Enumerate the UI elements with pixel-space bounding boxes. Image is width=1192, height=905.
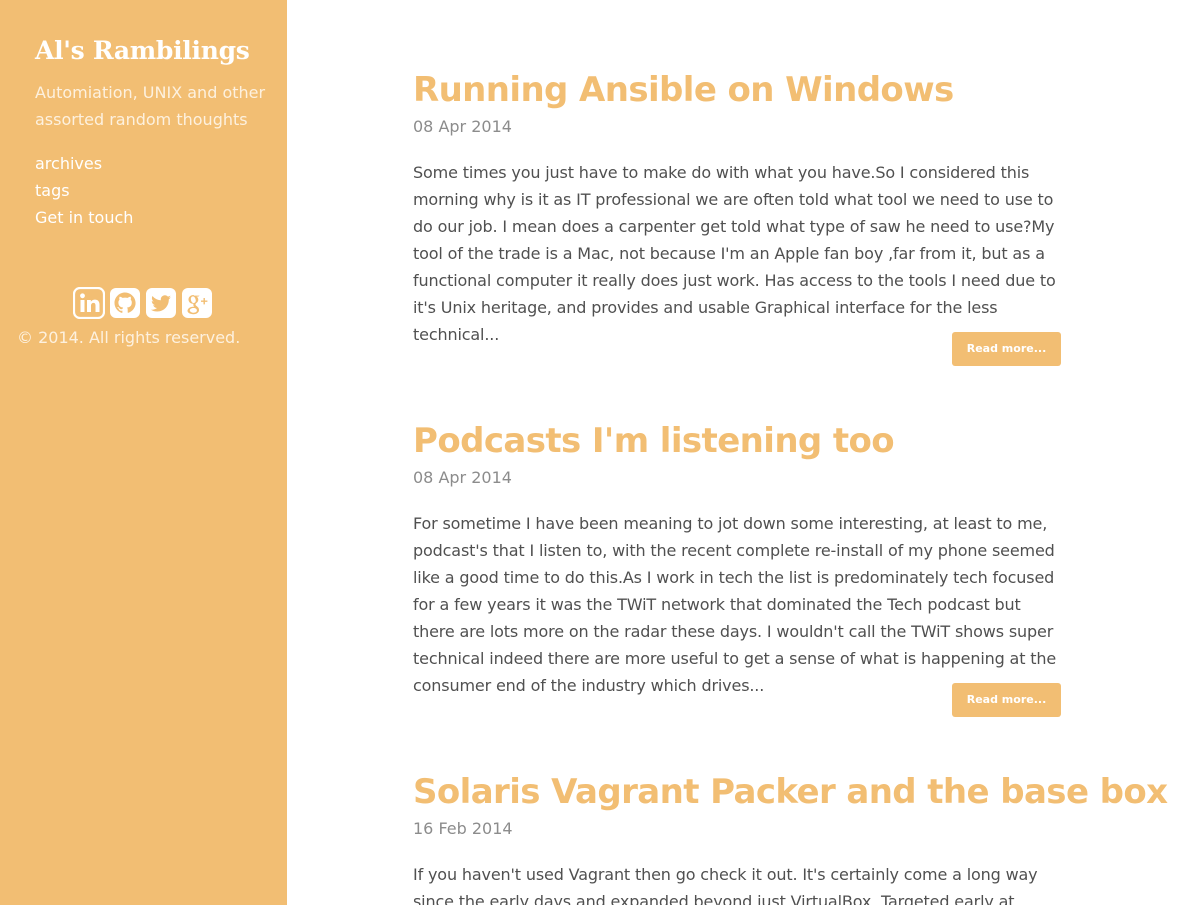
- nav-link-tags[interactable]: tags: [35, 181, 70, 200]
- post-date: 08 Apr 2014: [413, 117, 512, 136]
- nav-link-archives[interactable]: archives: [35, 154, 102, 173]
- nav-item-get-in-touch[interactable]: Get in touch: [35, 204, 133, 231]
- github-icon[interactable]: [109, 287, 141, 319]
- nav-item-tags[interactable]: tags: [35, 177, 133, 204]
- sidebar-nav: archives tags Get in touch: [35, 150, 133, 231]
- nav-item-archives[interactable]: archives: [35, 150, 133, 177]
- linkedin-icon[interactable]: [73, 287, 105, 319]
- nav-link-get-in-touch[interactable]: Get in touch: [35, 208, 133, 227]
- post-date: 16 Feb 2014: [413, 819, 513, 838]
- post-date: 08 Apr 2014: [413, 468, 512, 487]
- post-excerpt: For sometime I have been meaning to jot …: [413, 514, 1057, 695]
- post-title[interactable]: Solaris Vagrant Packer and the base box: [413, 770, 1168, 814]
- post-excerpt: Some times you just have to make do with…: [413, 163, 1056, 344]
- post-title[interactable]: Running Ansible on Windows: [413, 68, 1061, 112]
- post-item: Solaris Vagrant Packer and the base box …: [413, 770, 1168, 905]
- main-content: Running Ansible on Windows 08 Apr 2014 S…: [413, 0, 1168, 905]
- google-plus-icon[interactable]: [181, 287, 213, 319]
- read-more-button[interactable]: Read more...: [952, 683, 1061, 717]
- site-title[interactable]: Al's Rambilings: [35, 34, 250, 68]
- copyright-text: © 2014. All rights reserved.: [17, 328, 241, 347]
- read-more-button[interactable]: Read more...: [952, 332, 1061, 366]
- post-title[interactable]: Podcasts I'm listening too: [413, 419, 1061, 463]
- site-tagline: Automiation, UNIX and other assorted ran…: [35, 83, 266, 129]
- post-item: Podcasts I'm listening too 08 Apr 2014 F…: [413, 419, 1061, 717]
- post-excerpt: If you haven't used Vagrant then go chec…: [413, 865, 1038, 905]
- post-item: Running Ansible on Windows 08 Apr 2014 S…: [413, 68, 1061, 366]
- sidebar: Al's Rambilings Automiation, UNIX and ot…: [0, 0, 287, 905]
- social-links: [73, 287, 213, 319]
- twitter-icon[interactable]: [145, 287, 177, 319]
